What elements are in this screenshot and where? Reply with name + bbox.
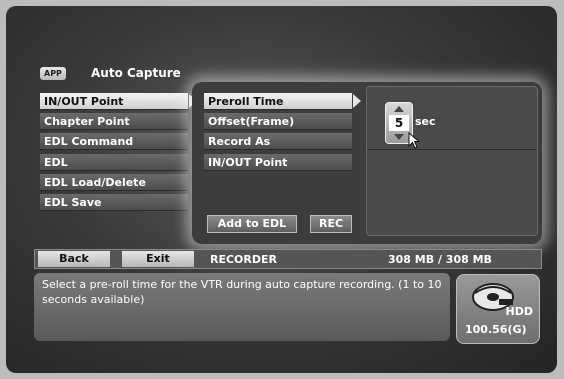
- rec-button[interactable]: REC: [310, 215, 352, 233]
- back-button[interactable]: Back: [38, 251, 110, 267]
- menu-item-edl[interactable]: EDL: [40, 154, 188, 171]
- storage-readout: 308 MB / 308 MB: [388, 253, 492, 266]
- stepper-value: 5: [389, 115, 409, 131]
- menu-item-label: EDL Command: [44, 135, 134, 148]
- value-unit: sec: [415, 115, 436, 128]
- menu-item-edl-load-delete[interactable]: EDL Load/Delete: [40, 174, 188, 191]
- sub-item-offset-frame[interactable]: Offset(Frame): [204, 113, 352, 130]
- sub-item-label: Offset(Frame): [208, 115, 295, 128]
- menu-item-label: EDL Save: [44, 196, 102, 209]
- arrow-up-icon[interactable]: [394, 106, 404, 112]
- hdd-label: HDD: [505, 305, 533, 318]
- hdd-widget: HDD 100.56(G): [456, 274, 540, 344]
- status-source: RECORDER: [210, 253, 277, 266]
- help-message-text: Select a pre-roll time for the VTR durin…: [42, 278, 442, 306]
- page-title: Auto Capture: [91, 66, 181, 80]
- help-message: Select a pre-roll time for the VTR durin…: [34, 273, 450, 341]
- sub-item-in-out-point[interactable]: IN/OUT Point: [204, 154, 352, 171]
- app-badge: APP: [40, 67, 66, 80]
- exit-button[interactable]: Exit: [122, 251, 194, 267]
- menu-item-label: EDL Load/Delete: [44, 176, 146, 189]
- sub-item-label: Record As: [208, 135, 271, 148]
- value-area-divider: [367, 149, 537, 150]
- menu-item-edl-save[interactable]: EDL Save: [40, 194, 188, 211]
- menu-item-edl-command[interactable]: EDL Command: [40, 133, 188, 150]
- add-to-edl-button[interactable]: Add to EDL: [207, 215, 297, 233]
- sub-item-record-as[interactable]: Record As: [204, 133, 352, 150]
- arrow-down-icon[interactable]: [394, 134, 404, 140]
- screen-frame: APP Auto Capture IN/OUT Point Chapter Po…: [6, 6, 557, 373]
- sub-item-preroll-time[interactable]: Preroll Time: [204, 93, 361, 110]
- sub-item-label: Preroll Time: [208, 95, 284, 108]
- cursor-icon: [408, 132, 421, 149]
- menu-item-label: EDL: [44, 156, 68, 169]
- menu-item-chapter-point[interactable]: Chapter Point: [40, 113, 188, 130]
- menu-item-label: IN/OUT Point: [44, 95, 124, 108]
- menu-item-in-out-point[interactable]: IN/OUT Point: [40, 93, 197, 110]
- hdd-capacity: 100.56(G): [465, 323, 527, 336]
- sub-item-label: IN/OUT Point: [208, 156, 288, 169]
- menu-item-label: Chapter Point: [44, 115, 130, 128]
